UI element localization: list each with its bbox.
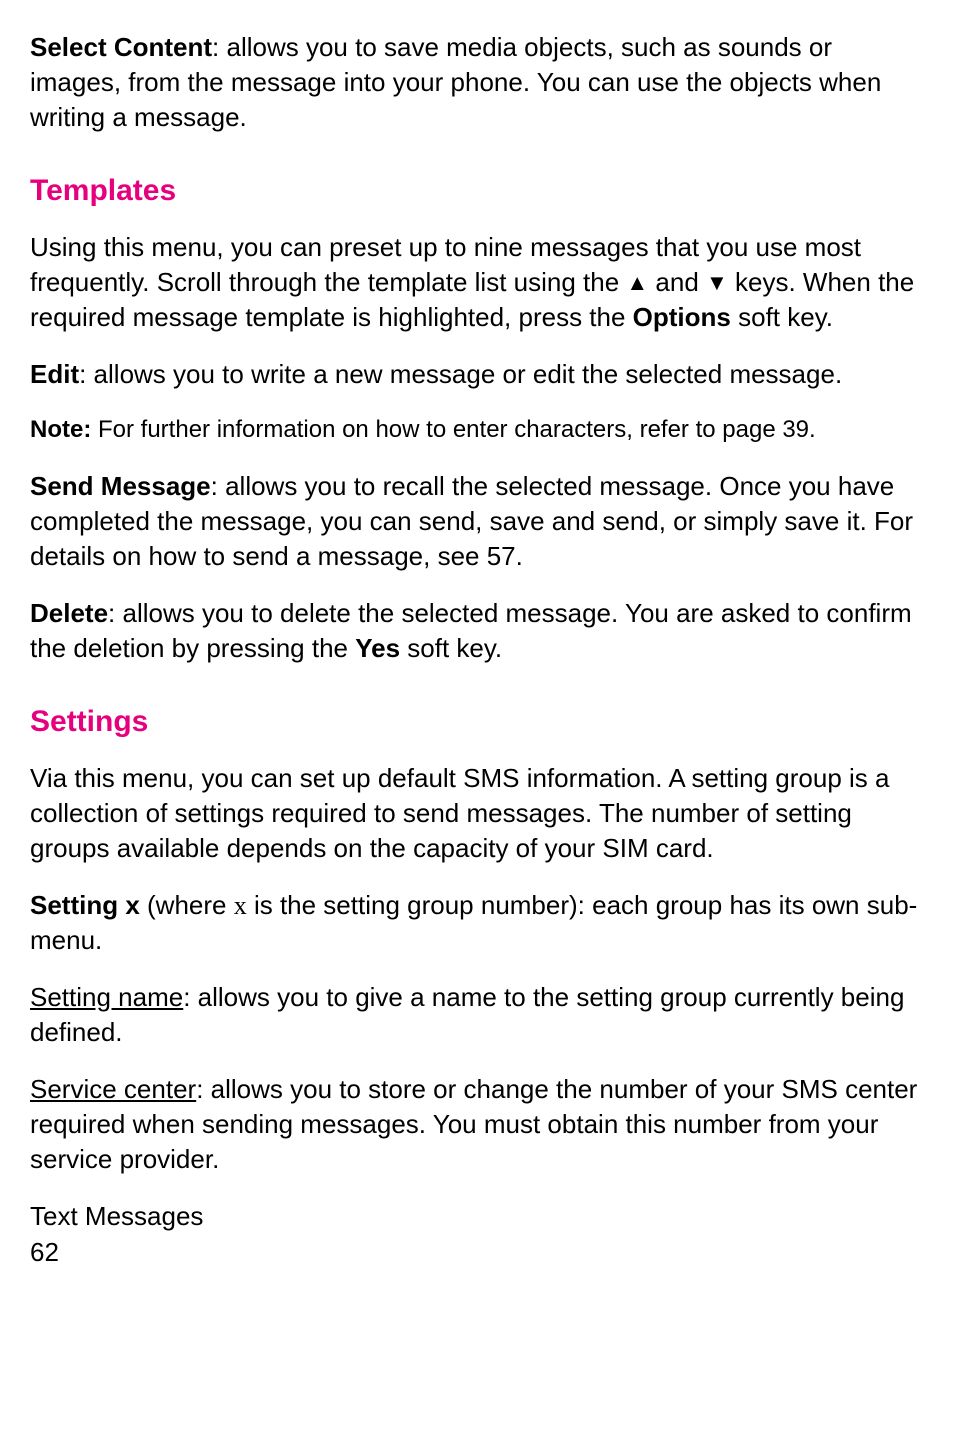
settings-intro-paragraph: Via this menu, you can set up default SM…: [30, 761, 924, 866]
up-arrow-icon: ▲: [626, 270, 648, 295]
note-label: Note:: [30, 416, 91, 443]
setting-x-paragraph: Setting x (where x is the setting group …: [30, 888, 924, 958]
service-center-paragraph: Service center: allows you to store or c…: [30, 1072, 924, 1177]
edit-paragraph: Edit: allows you to write a new message …: [30, 357, 924, 392]
setting-x-var: x: [234, 891, 247, 920]
settings-heading: Settings: [30, 702, 924, 743]
page-footer: Text Messages 62: [30, 1199, 924, 1269]
setting-x-label: Setting x: [30, 890, 140, 920]
note-text: For further information on how to enter …: [91, 416, 815, 443]
delete-text-2: soft key.: [400, 633, 502, 663]
send-message-paragraph: Send Message: allows you to recall the s…: [30, 469, 924, 574]
setting-x-text-1: (where: [140, 890, 234, 920]
note-paragraph: Note: For further information on how to …: [30, 414, 924, 446]
select-content-paragraph: Select Content: allows you to save media…: [30, 30, 924, 135]
send-message-label: Send Message: [30, 471, 211, 501]
templates-heading: Templates: [30, 171, 924, 212]
select-content-label: Select Content: [30, 32, 212, 62]
delete-label: Delete: [30, 598, 108, 628]
edit-text: : allows you to write a new message or e…: [79, 359, 842, 389]
options-label: Options: [633, 302, 731, 332]
delete-paragraph: Delete: allows you to delete the selecte…: [30, 596, 924, 666]
edit-label: Edit: [30, 359, 79, 389]
service-center-label: Service center: [30, 1074, 196, 1104]
yes-label: Yes: [355, 633, 400, 663]
down-arrow-icon: ▼: [706, 270, 728, 295]
templates-intro-paragraph: Using this menu, you can preset up to ni…: [30, 230, 924, 335]
footer-section-label: Text Messages: [30, 1199, 924, 1234]
setting-name-paragraph: Setting name: allows you to give a name …: [30, 980, 924, 1050]
setting-name-label: Setting name: [30, 982, 183, 1012]
footer-page-number: 62: [30, 1235, 924, 1270]
templates-text-2: and: [648, 267, 706, 297]
templates-text-4: soft key.: [731, 302, 833, 332]
